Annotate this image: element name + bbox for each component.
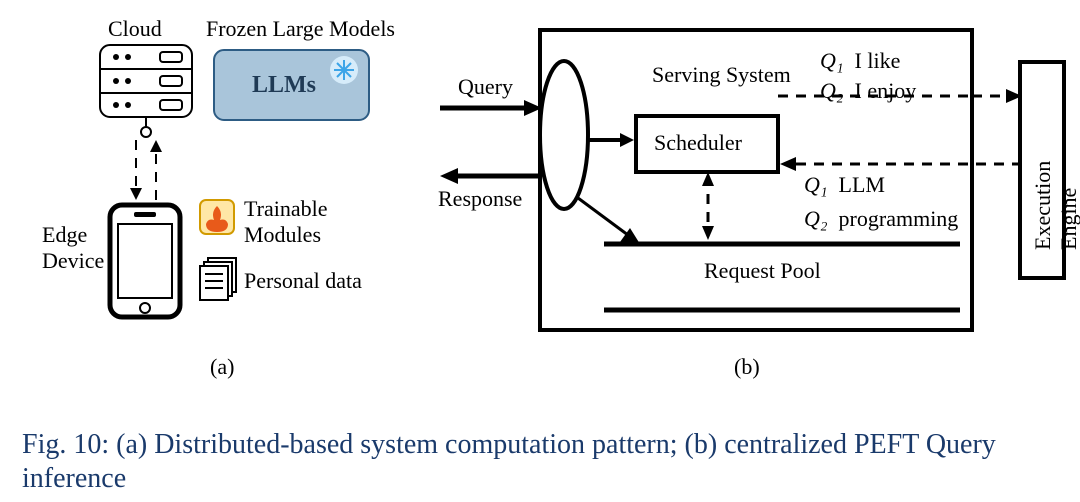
scheduler-pool-arrows [702,172,714,240]
q2-top: Q₂ I enjoy [820,78,916,104]
frozen-models-label: Frozen Large Models [206,16,395,42]
fire-icon [200,200,234,234]
scheduler-label: Scheduler [654,130,742,156]
phone-icon [110,205,180,317]
documents-icon [200,258,236,300]
serving-system-label: Serving System [652,62,791,88]
figure-caption: Fig. 10: (a) Distributed-based system co… [22,428,1062,495]
trainable-label: Trainable Modules [244,196,328,248]
q1-bottom: Q₁ LLM [804,172,885,198]
cloud-label: Cloud [108,16,162,42]
q1-top: Q₁ I like [820,48,900,74]
response-arrow [440,168,542,184]
diagram-canvas [0,0,1080,502]
sub-b-label: (b) [734,354,760,380]
queries-return-line [780,157,1022,171]
cloud-server-icon [100,45,192,117]
query-label: Query [458,74,513,100]
cloud-device-arrows [130,117,162,200]
edge-device-label: Edge Device [42,222,104,274]
response-label: Response [438,186,522,212]
personal-data-label: Personal data [244,268,362,294]
gateway-to-pool-arrow [578,198,640,244]
query-arrow [440,100,542,116]
execution-engine-label: Execution Engine [1030,161,1080,250]
gateway-oval [540,61,588,209]
gateway-to-scheduler-arrow [588,133,634,147]
llm-label: LLMs [252,72,316,99]
sub-a-label: (a) [210,354,234,380]
request-pool-label: Request Pool [704,258,821,284]
q2-bottom: Q₂ programming [804,206,958,232]
snowflake-icon [330,56,358,84]
